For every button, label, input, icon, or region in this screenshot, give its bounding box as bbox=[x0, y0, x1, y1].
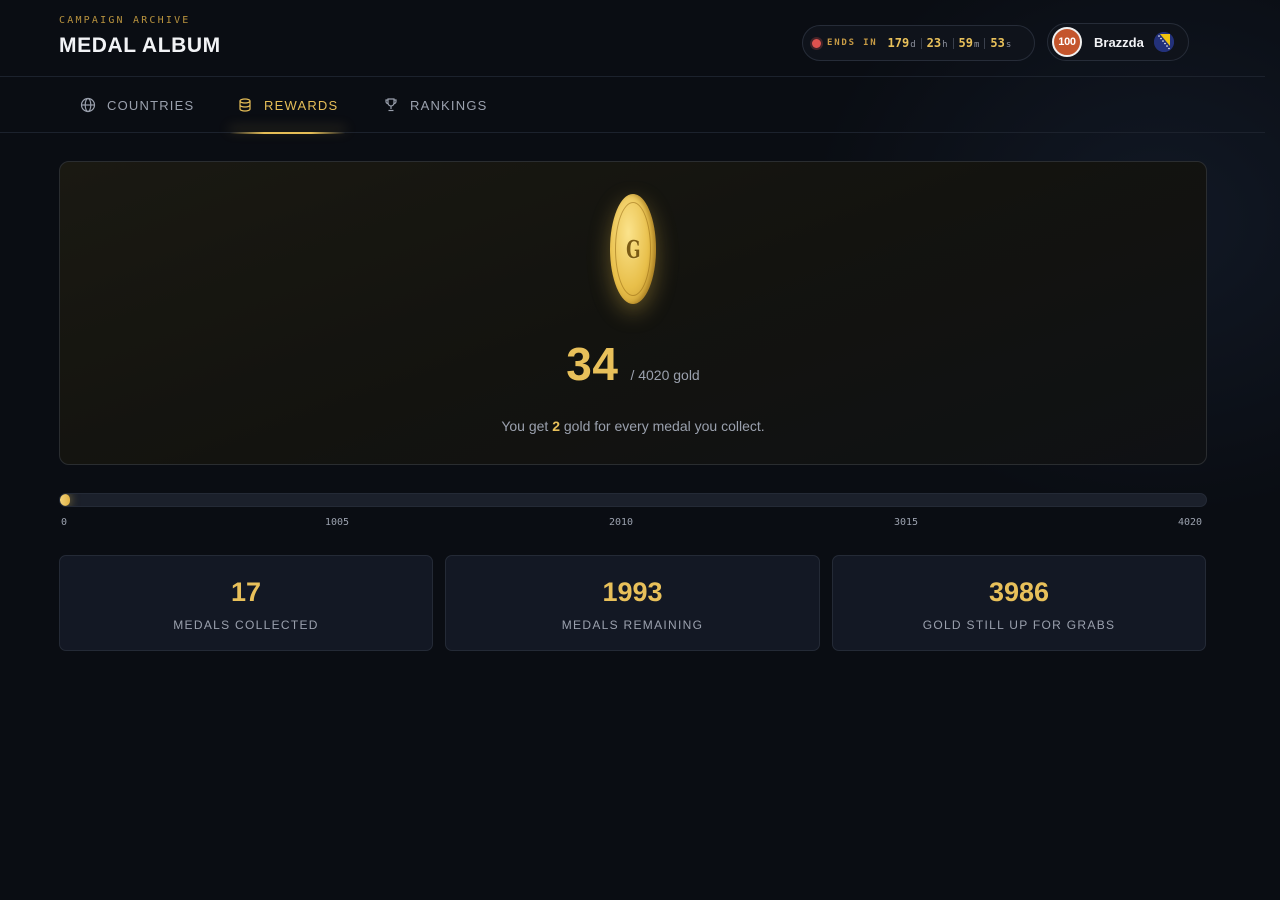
progress-tick: 0 bbox=[61, 517, 68, 528]
stat-value: 3986 bbox=[988, 577, 1050, 607]
countdown-label: ENDS IN bbox=[827, 38, 878, 48]
countdown-minutes-value: 59 bbox=[958, 36, 973, 50]
countdown-seconds-value: 53 bbox=[990, 36, 1005, 50]
countdown-seconds-unit: s bbox=[1005, 40, 1012, 50]
tab-bar: COUNTRIES REWARDS RANKINGS bbox=[0, 77, 1265, 134]
gold-progress-fill bbox=[60, 494, 70, 506]
countdown-hours-value: 23 bbox=[926, 36, 942, 50]
trophy-icon bbox=[383, 97, 399, 113]
tab-rewards[interactable]: REWARDS bbox=[228, 77, 347, 134]
countdown-divider bbox=[952, 37, 954, 49]
tab-countries[interactable]: COUNTRIES bbox=[80, 77, 194, 133]
countdown-days-value: 179 bbox=[887, 36, 910, 50]
username: Brazzda bbox=[1094, 34, 1144, 50]
stat-value: 1993 bbox=[602, 577, 663, 607]
progress-tick: 2010 bbox=[609, 517, 634, 528]
gold-amount: 34 bbox=[566, 338, 619, 390]
countdown-days: 179 d bbox=[888, 36, 916, 50]
countdown-minutes: 59 m bbox=[959, 36, 980, 50]
gold-balance: 34 / 4020 gold bbox=[60, 337, 1206, 391]
progress-tick: 4020 bbox=[1178, 517, 1203, 528]
progress-tick: 1005 bbox=[325, 517, 350, 528]
gold-progress-bar bbox=[59, 493, 1207, 507]
user-level-avatar: 100 bbox=[1052, 27, 1082, 57]
stat-value: 17 bbox=[230, 577, 262, 607]
stat-label: MEDALS COLLECTED bbox=[173, 618, 319, 632]
stat-label: MEDALS REMAINING bbox=[561, 618, 704, 632]
tab-countries-label: COUNTRIES bbox=[107, 97, 195, 113]
earn-prefix: You get bbox=[501, 418, 549, 434]
coins-stack-icon bbox=[237, 97, 253, 113]
tab-rankings-label: RANKINGS bbox=[410, 97, 488, 113]
tab-rewards-label: REWARDS bbox=[264, 97, 339, 113]
section-eyebrow: CAMPAIGN ARCHIVE bbox=[59, 15, 191, 26]
stat-label: GOLD STILL UP FOR GRABS bbox=[922, 618, 1116, 632]
countdown-divider bbox=[920, 37, 922, 49]
user-profile-chip[interactable]: 100 Brazzda bbox=[1047, 23, 1189, 61]
globe-icon bbox=[80, 97, 96, 113]
bosnia-flag-icon bbox=[1153, 32, 1174, 52]
countdown-divider bbox=[984, 37, 986, 49]
countdown-timer: ENDS IN 179 d 23 h 59 m 53 s bbox=[802, 25, 1035, 61]
page-title: MEDAL ALBUM bbox=[59, 34, 221, 57]
countdown-hours: 23 h bbox=[927, 36, 948, 50]
countdown-seconds: 53 s bbox=[990, 36, 1011, 50]
top-header: CAMPAIGN ARCHIVE MEDAL ALBUM ENDS IN 179… bbox=[0, 0, 1265, 77]
countdown-minutes-unit: m bbox=[973, 40, 980, 50]
gold-coin-icon: G bbox=[610, 194, 658, 306]
stat-gold-remaining: 3986 GOLD STILL UP FOR GRABS bbox=[832, 555, 1206, 651]
gold-summary-card: G 34 / 4020 gold You get 2 gold for ever… bbox=[59, 161, 1207, 465]
stat-medals-collected: 17 MEDALS COLLECTED bbox=[59, 555, 433, 651]
earn-rate-value: 2 bbox=[552, 418, 560, 434]
stat-medals-remaining: 1993 MEDALS REMAINING bbox=[445, 555, 820, 651]
coin-letter: G bbox=[625, 234, 641, 264]
page: CAMPAIGN ARCHIVE MEDAL ALBUM ENDS IN 179… bbox=[0, 0, 1280, 900]
earn-suffix: gold for every medal you collect. bbox=[563, 418, 765, 434]
earn-rate-text: You get 2 gold for every medal you colle… bbox=[60, 418, 1206, 434]
live-indicator-icon bbox=[812, 38, 821, 48]
gold-total: / 4020 gold bbox=[630, 367, 700, 383]
countdown-days-unit: d bbox=[910, 40, 916, 50]
tab-rankings[interactable]: RANKINGS bbox=[383, 77, 488, 133]
countdown-hours-unit: h bbox=[942, 40, 948, 50]
progress-tick: 3015 bbox=[894, 517, 919, 528]
